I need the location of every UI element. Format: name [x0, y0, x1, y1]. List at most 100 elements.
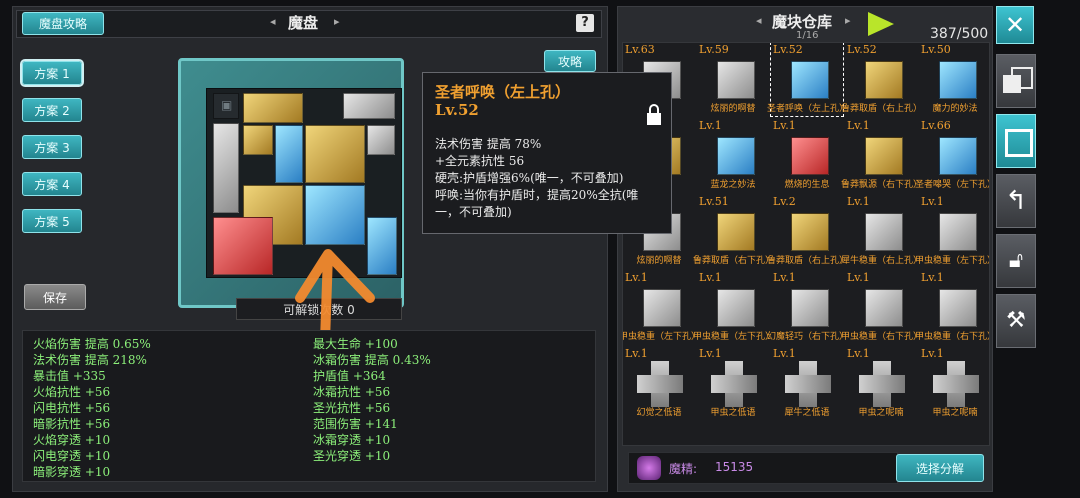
cross-block-icon	[711, 361, 757, 407]
block-name: 甲虫之呢喃	[858, 408, 904, 418]
silver-block-icon	[791, 289, 829, 327]
lock-icon: ▣	[221, 98, 233, 112]
block-level: Lv.66	[921, 119, 951, 132]
block-name: 圣者嗥哭（左下孔）	[915, 180, 990, 190]
plan-1-tab[interactable]: 方案 1	[22, 61, 82, 85]
tooltip-name: 圣者呼唤（左上孔）	[435, 83, 571, 101]
block-item[interactable]: Lv.1 蓝龙之妙法	[697, 119, 769, 192]
block-name: 犀牛之低语	[784, 408, 830, 418]
block-item[interactable]: Lv.50 魔力的妙法	[919, 43, 989, 116]
capacity-count: 387/500	[930, 26, 989, 42]
silver-block-icon	[717, 61, 755, 99]
block-item[interactable]: Lv.1 甲虫稳重（右下孔）	[915, 271, 989, 344]
gold-block[interactable]	[243, 125, 273, 155]
block-name: 犀牛稳重（右上孔）	[841, 256, 921, 266]
block-item[interactable]: Lv.1 燃烧的生息	[771, 119, 843, 192]
silver-block-icon	[939, 213, 977, 251]
block-item[interactable]: Lv.1 幻魔轻巧（右下孔）	[767, 271, 847, 344]
block-level: Lv.63	[625, 43, 655, 56]
block-item[interactable]: Lv.52 鲁莽取盾（右上孔）	[841, 43, 921, 116]
block-level: Lv.1	[921, 195, 944, 208]
silver-block[interactable]	[367, 125, 395, 155]
block-name: 鲁莽取盾（右下孔）	[693, 256, 773, 266]
strategy-button[interactable]: 攻略	[544, 50, 596, 72]
block-item[interactable]: Lv.1 甲虫之呢喃	[845, 347, 917, 420]
side-tab-1[interactable]	[996, 54, 1036, 108]
block-item[interactable]: Lv.1 甲虫稳重（右下孔）	[841, 271, 921, 344]
silver-block[interactable]	[343, 93, 395, 119]
block-name: 魔力的妙法	[932, 104, 978, 114]
plan-5-tab[interactable]: 方案 5	[22, 209, 82, 233]
block-name: 鲁莽取盾（右上孔）	[767, 256, 847, 266]
block-item[interactable]: Lv.59 炫丽的啊替	[697, 43, 769, 116]
blue-block-icon	[939, 61, 977, 99]
block-item[interactable]: Lv.1 犀牛之低语	[771, 347, 843, 420]
guide-button[interactable]: 魔盘攻略	[22, 12, 104, 35]
block-name: 甲虫稳重（左下孔）	[693, 332, 773, 342]
block-level: Lv.1	[847, 347, 870, 360]
block-name: 鲁莽取盾（右上孔）	[841, 104, 921, 114]
decompose-button[interactable]: 选择分解	[896, 454, 984, 482]
block-item[interactable]: Lv.2 鲁莽取盾（右上孔）	[767, 195, 847, 268]
block-level: Lv.1	[699, 347, 722, 360]
plan-3-tab[interactable]: 方案 3	[22, 135, 82, 159]
save-button[interactable]: 保存	[24, 284, 86, 310]
unlock-icon: 🔓︎	[1008, 248, 1024, 273]
essence-label: 魔精:	[669, 462, 698, 476]
block-name: 甲虫稳重（左下孔）	[915, 256, 990, 266]
block-level: Lv.1	[699, 271, 722, 284]
block-item[interactable]: Lv.1 甲虫稳重（左下孔）	[693, 271, 773, 344]
block-item[interactable]: Lv.52 圣者呼唤（左上孔）	[767, 43, 847, 117]
lock-icon[interactable]	[645, 103, 663, 127]
block-item[interactable]: Lv.1 鲁莽飘源（右下孔）	[841, 119, 921, 192]
stat-line: 圣光抗性 +56	[313, 401, 391, 415]
block-name: 炫丽的啊替	[636, 256, 682, 266]
block-name: 鲁莽飘源（右下孔）	[841, 180, 921, 190]
block-item[interactable]: Lv.1 甲虫之低语	[697, 347, 769, 420]
gold-block[interactable]	[305, 125, 365, 183]
stat-line: 火焰伤害 提高 0.65%	[33, 337, 151, 351]
stat-line: 火焰穿透 +10	[33, 433, 111, 447]
blue-block[interactable]	[275, 125, 303, 183]
block-item[interactable]: Lv.1 犀牛稳重（右上孔）	[841, 195, 921, 268]
block-item[interactable]: Lv.1 甲虫稳重（左下孔）	[623, 271, 699, 344]
stat-line: 闪电穿透 +10	[33, 449, 111, 463]
next-page-icon[interactable]	[866, 10, 896, 38]
gold-block-icon	[717, 213, 755, 251]
stats-panel: 火焰伤害 提高 0.65% 法术伤害 提高 218% 暴击值 +335 火焰抗性…	[22, 330, 596, 482]
block-level: Lv.1	[699, 119, 722, 132]
tooltip-level: Lv.52	[435, 101, 479, 119]
help-icon[interactable]: ?	[576, 14, 594, 32]
block-level: Lv.50	[921, 43, 951, 56]
red-block[interactable]	[213, 217, 273, 275]
silver-block[interactable]	[213, 123, 239, 213]
block-name: 炫丽的啊替	[710, 104, 756, 114]
block-level: Lv.52	[773, 43, 803, 56]
block-item[interactable]: Lv.1 甲虫稳重（左下孔）	[915, 195, 989, 268]
side-tab-3[interactable]: ↰	[996, 174, 1036, 228]
gold-block[interactable]	[243, 93, 303, 123]
side-tab-2[interactable]	[996, 114, 1036, 168]
stat-line: 闪电抗性 +56	[33, 401, 111, 415]
silver-block-icon	[643, 289, 681, 327]
stat-line: 法术伤害 提高 218%	[33, 353, 147, 367]
block-level: Lv.51	[699, 195, 729, 208]
block-item[interactable]: Lv.66 圣者嗥哭（左下孔）	[915, 119, 989, 192]
block-name: 燃烧的生息	[784, 180, 830, 190]
block-item[interactable]: Lv.1 甲虫之呢喃	[919, 347, 989, 420]
close-button[interactable]: ✕	[996, 6, 1034, 44]
side-tab-5[interactable]: ⚒	[996, 294, 1036, 348]
block-level: Lv.59	[699, 43, 729, 56]
block-item[interactable]: Lv.51 鲁莽取盾（右下孔）	[693, 195, 773, 268]
block-item[interactable]: Lv.1 幻觉之低语	[623, 347, 695, 420]
side-tab-4[interactable]: 🔓︎	[996, 234, 1036, 288]
block-level: Lv.1	[847, 271, 870, 284]
plan-2-tab[interactable]: 方案 2	[22, 98, 82, 122]
blue-block-icon	[717, 137, 755, 175]
plan-4-tab[interactable]: 方案 4	[22, 172, 82, 196]
locked-slot: ▣	[213, 93, 239, 119]
gold-block-icon	[791, 213, 829, 251]
stat-line: 冰霜穿透 +10	[313, 433, 391, 447]
block-name: 幻觉之低语	[636, 408, 682, 418]
block-level: Lv.2	[773, 195, 796, 208]
